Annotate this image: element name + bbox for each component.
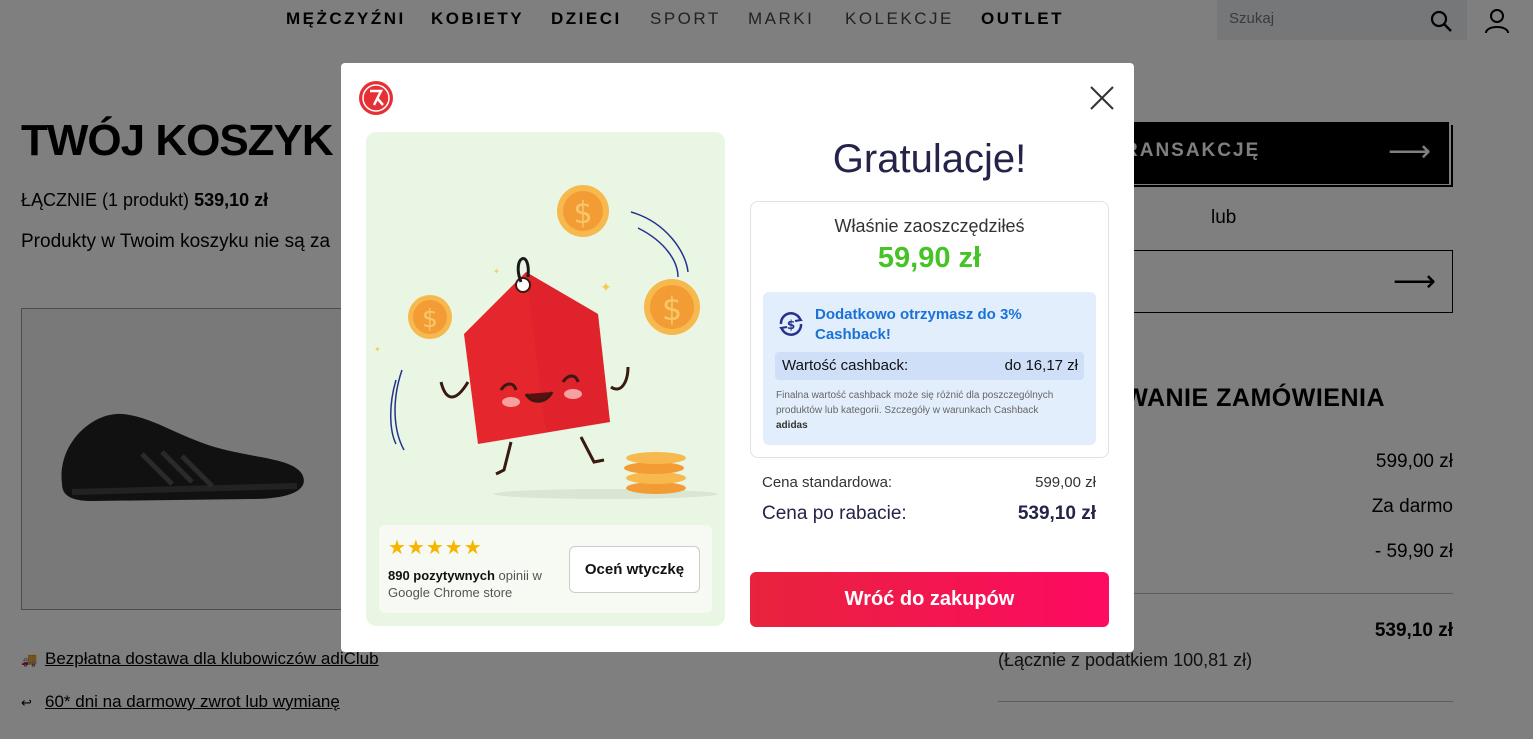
cashback-value-row: Wartość cashback: do 16,17 zł bbox=[775, 352, 1084, 380]
illustration-card: $ $ $ ✦ ✦ ✦ ★★★★★ 890 pozytywnych opinii… bbox=[366, 132, 725, 626]
saved-amount: 59,90 zł bbox=[877, 242, 982, 274]
coin-stack-icon bbox=[624, 452, 686, 494]
close-icon[interactable] bbox=[1088, 84, 1116, 112]
cashback-fine-print: Finalna wartość cashback może się różnić… bbox=[776, 390, 1054, 431]
svg-text:$: $ bbox=[662, 290, 682, 328]
back-to-shopping-button[interactable]: Wróć do zakupów bbox=[750, 572, 1109, 627]
savings-modal: $ $ $ ✦ ✦ ✦ ★★★★★ 890 pozytywnych opinii… bbox=[341, 63, 1134, 652]
svg-text:✦: ✦ bbox=[600, 280, 612, 296]
congrats-heading: Gratulacje! bbox=[832, 137, 1027, 181]
logo-icon bbox=[362, 84, 390, 112]
discount-price-label: Cena po rabacie: bbox=[762, 503, 907, 524]
extension-logo bbox=[359, 81, 393, 115]
svg-text:$: $ bbox=[573, 196, 592, 231]
cashback-box: $ Dodatkowo otrzymasz do 3% Cashback! Wa… bbox=[763, 292, 1096, 445]
star-rating-icon: ★★★★★ bbox=[388, 535, 483, 559]
cashback-icon: $ bbox=[779, 312, 803, 336]
standard-price-label: Cena standardowa: bbox=[762, 474, 893, 491]
rating-box: ★★★★★ 890 pozytywnych opinii w Google Ch… bbox=[379, 525, 712, 613]
standard-price-value: 599,00 zł bbox=[1035, 474, 1096, 491]
svg-text:✦: ✦ bbox=[374, 345, 381, 354]
svg-text:✦: ✦ bbox=[493, 267, 500, 276]
coin-icon: $ bbox=[557, 185, 609, 237]
coin-icon: $ bbox=[408, 295, 452, 339]
rate-extension-button[interactable]: Oceń wtyczkę bbox=[569, 546, 700, 593]
savings-box: Właśnie zaoszczędziłeś 59,90 zł $ Dodatk… bbox=[750, 201, 1109, 458]
rating-text: 890 pozytywnych opinii w Google Chrome s… bbox=[388, 568, 542, 600]
svg-text:$: $ bbox=[422, 304, 438, 333]
saved-label: Właśnie zaoszczędziłeś bbox=[834, 216, 1025, 236]
svg-text:$: $ bbox=[787, 318, 795, 332]
cashback-title: Dodatkowo otrzymasz do 3% Cashback! bbox=[815, 306, 1022, 343]
discount-price-value: 539,10 zł bbox=[1017, 503, 1096, 524]
cashback-value-label: Wartość cashback: bbox=[782, 357, 909, 374]
price-tag-illustration: $ $ $ ✦ ✦ ✦ bbox=[374, 185, 718, 499]
coin-icon: $ bbox=[644, 279, 700, 335]
cashback-value: do 16,17 zł bbox=[1004, 357, 1078, 374]
